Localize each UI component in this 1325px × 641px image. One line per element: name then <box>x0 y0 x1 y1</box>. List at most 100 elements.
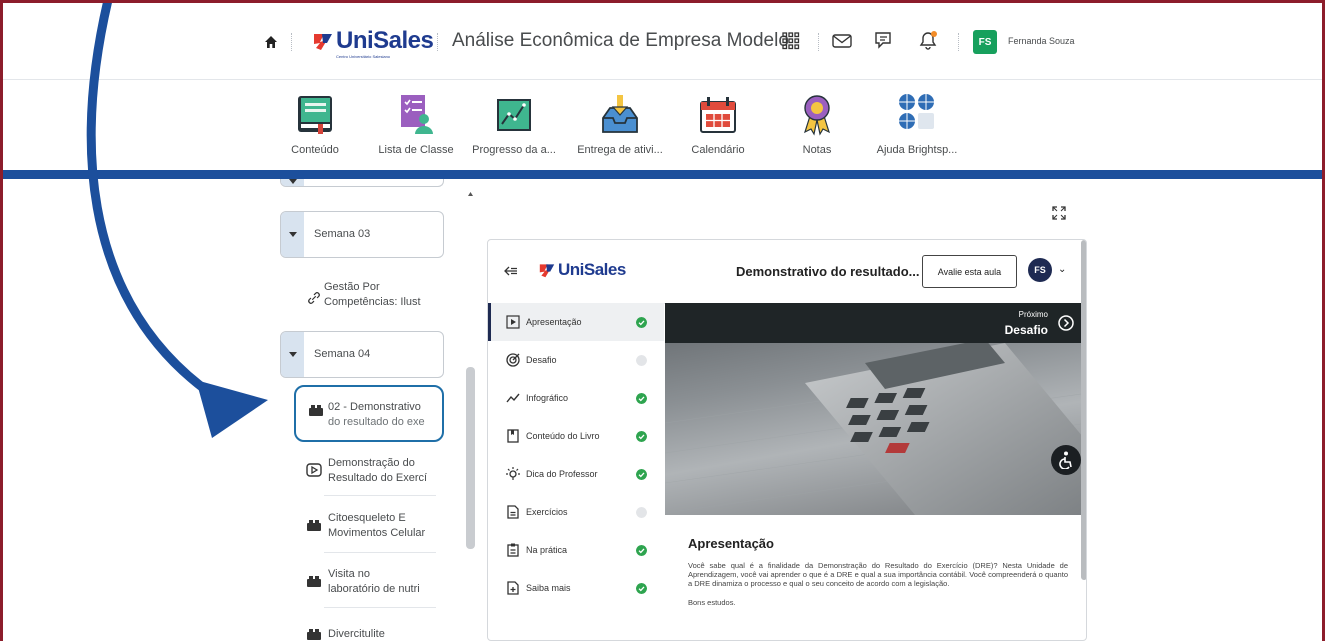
user-name[interactable]: Fernanda Souza <box>1008 36 1075 46</box>
chevron-down-icon[interactable] <box>281 212 304 257</box>
menu-label: Dica do Professor <box>526 469 598 479</box>
menu-label: Desafio <box>526 355 557 365</box>
lesson-menu: Apresentação Desafio Infográfico Conteúd… <box>488 303 664 640</box>
nav-item-progresso[interactable]: Progresso da a... <box>469 92 559 156</box>
progress-chart-icon <box>497 99 531 131</box>
menu-item-na-pratica[interactable]: Na prática <box>488 531 664 569</box>
module-card-partial[interactable] <box>280 179 444 187</box>
video-icon <box>306 463 322 477</box>
lesson-content: Apresentação Você sabe qual é a finalida… <box>688 536 1068 607</box>
lesson-closing: Bons estudos. <box>688 598 736 607</box>
menu-label: Infográfico <box>526 393 569 403</box>
sidebar-scrollbar[interactable] <box>466 367 475 549</box>
nav-item-lista-de-classe[interactable]: Lista de Classe <box>371 92 461 156</box>
item-title: Citoesqueleto E Movimentos Celular <box>328 512 426 539</box>
trend-icon <box>506 393 520 403</box>
player-scrollbar[interactable] <box>1081 240 1086 580</box>
item-title: Visita no laboratório de nutri <box>328 568 420 595</box>
player-header: UniSales Demonstrativo do resultado... A… <box>488 240 1086 304</box>
item-title: Divercitulite <box>328 628 385 640</box>
nav-item-ajuda[interactable]: Ajuda Brightsp... <box>872 92 962 156</box>
calendar-icon <box>700 97 736 133</box>
brand-name: UniSales <box>336 27 434 54</box>
home-icon[interactable] <box>264 35 278 49</box>
menu-label: Na prática <box>526 545 568 555</box>
scroll-up-icon[interactable] <box>466 189 475 199</box>
next-target: Desafio <box>1004 323 1048 337</box>
menu-label: Apresentação <box>526 317 582 327</box>
apps-grid-icon[interactable] <box>782 32 800 50</box>
list-item[interactable]: Demonstração do Resultado do Exercí <box>294 451 444 501</box>
pending-dot-icon <box>636 507 647 518</box>
dropbox-icon <box>602 95 638 133</box>
menu-item-dica-professor[interactable]: Dica do Professor <box>488 455 664 493</box>
list-item[interactable]: Visita no laboratório de nutri <box>294 562 444 612</box>
list-item-selected[interactable]: 02 - Demonstrativo do resultado do exe <box>294 385 444 442</box>
section-title: Apresentação <box>688 536 774 551</box>
check-icon <box>636 545 647 556</box>
divider <box>324 607 436 608</box>
list-item[interactable]: Divercitulite <box>294 623 444 641</box>
brand-subtitle: Centro Universitário Salesiano <box>336 54 391 59</box>
clipboard-icon <box>507 543 519 557</box>
module-week-03[interactable]: Semana 03 <box>280 211 444 258</box>
lesson-title: Demonstrativo do resultado... <box>736 264 920 279</box>
link-icon <box>308 292 320 304</box>
document-icon <box>507 505 519 519</box>
divider <box>818 33 820 51</box>
rate-lesson-button[interactable]: Avalie esta aula <box>922 255 1017 288</box>
nav-label: Progresso da a... <box>472 144 556 156</box>
nav-item-entrega[interactable]: Entrega de ativi... <box>575 92 665 156</box>
chevron-down-icon[interactable] <box>281 332 304 377</box>
nav-label: Calendário <box>691 144 745 156</box>
avatar[interactable]: FS <box>973 30 997 54</box>
check-icon <box>636 393 647 404</box>
nav-item-notas[interactable]: Notas <box>772 92 862 156</box>
module-week-04[interactable]: Semana 04 <box>280 331 444 378</box>
course-title[interactable]: Análise Econômica de Empresa Modelo <box>452 30 789 52</box>
accessibility-button[interactable] <box>1051 445 1081 475</box>
unisales-mark-icon <box>539 264 555 278</box>
menu-item-infografico[interactable]: Infográfico <box>488 379 664 417</box>
next-section-bar[interactable]: Próximo Desafio <box>665 303 1086 343</box>
next-label: Próximo <box>1018 310 1048 319</box>
divider <box>291 33 293 51</box>
top-bar: UniSales Centro Universitário Salesiano … <box>0 0 1325 80</box>
arrow-right-circle-icon[interactable] <box>1058 315 1074 331</box>
menu-item-exercicios[interactable]: Exercícios <box>488 493 664 531</box>
divider <box>324 552 436 553</box>
check-icon <box>636 583 647 594</box>
avatar[interactable]: FS <box>1028 258 1052 282</box>
lego-icon <box>307 520 321 531</box>
award-icon <box>804 95 830 136</box>
brand-name: UniSales <box>558 260 626 279</box>
target-icon <box>506 353 520 367</box>
nav-label: Lista de Classe <box>378 144 454 156</box>
lego-icon <box>307 629 321 640</box>
menu-item-conteudo-livro[interactable]: Conteúdo do Livro <box>488 417 664 455</box>
bell-icon[interactable] <box>917 29 939 51</box>
mail-icon[interactable] <box>832 33 852 49</box>
chat-icon[interactable] <box>873 30 895 52</box>
menu-item-saiba-mais[interactable]: Saiba mais <box>488 569 664 607</box>
list-item[interactable]: Gestão Por Competências: Ilust <box>294 275 444 325</box>
lego-icon <box>307 576 321 587</box>
lesson-hero-image: Próximo Desafio <box>665 303 1086 515</box>
menu-label: Exercícios <box>526 507 568 517</box>
nav-item-calendario[interactable]: Calendário <box>673 92 763 156</box>
menu-label: Conteúdo do Livro <box>526 431 600 441</box>
brand-logo[interactable]: UniSales Centro Universitário Salesiano <box>312 27 434 59</box>
divider <box>324 495 436 496</box>
lego-icon <box>309 405 323 416</box>
nav-item-conteudo[interactable]: Conteúdo <box>270 92 360 156</box>
fullscreen-icon[interactable] <box>1052 206 1066 220</box>
check-icon <box>636 469 647 480</box>
list-item[interactable]: Citoesqueleto E Movimentos Celular <box>294 506 444 556</box>
menu-item-apresentacao[interactable]: Apresentação <box>488 303 664 341</box>
menu-item-desafio[interactable]: Desafio <box>488 341 664 379</box>
nav-label: Ajuda Brightsp... <box>876 144 958 156</box>
header-divider-bar <box>0 170 1325 179</box>
collapse-menu-icon[interactable] <box>504 266 518 276</box>
player-brand-logo: UniSales <box>538 260 626 280</box>
chevron-down-icon[interactable]: ⌄ <box>1058 264 1066 275</box>
